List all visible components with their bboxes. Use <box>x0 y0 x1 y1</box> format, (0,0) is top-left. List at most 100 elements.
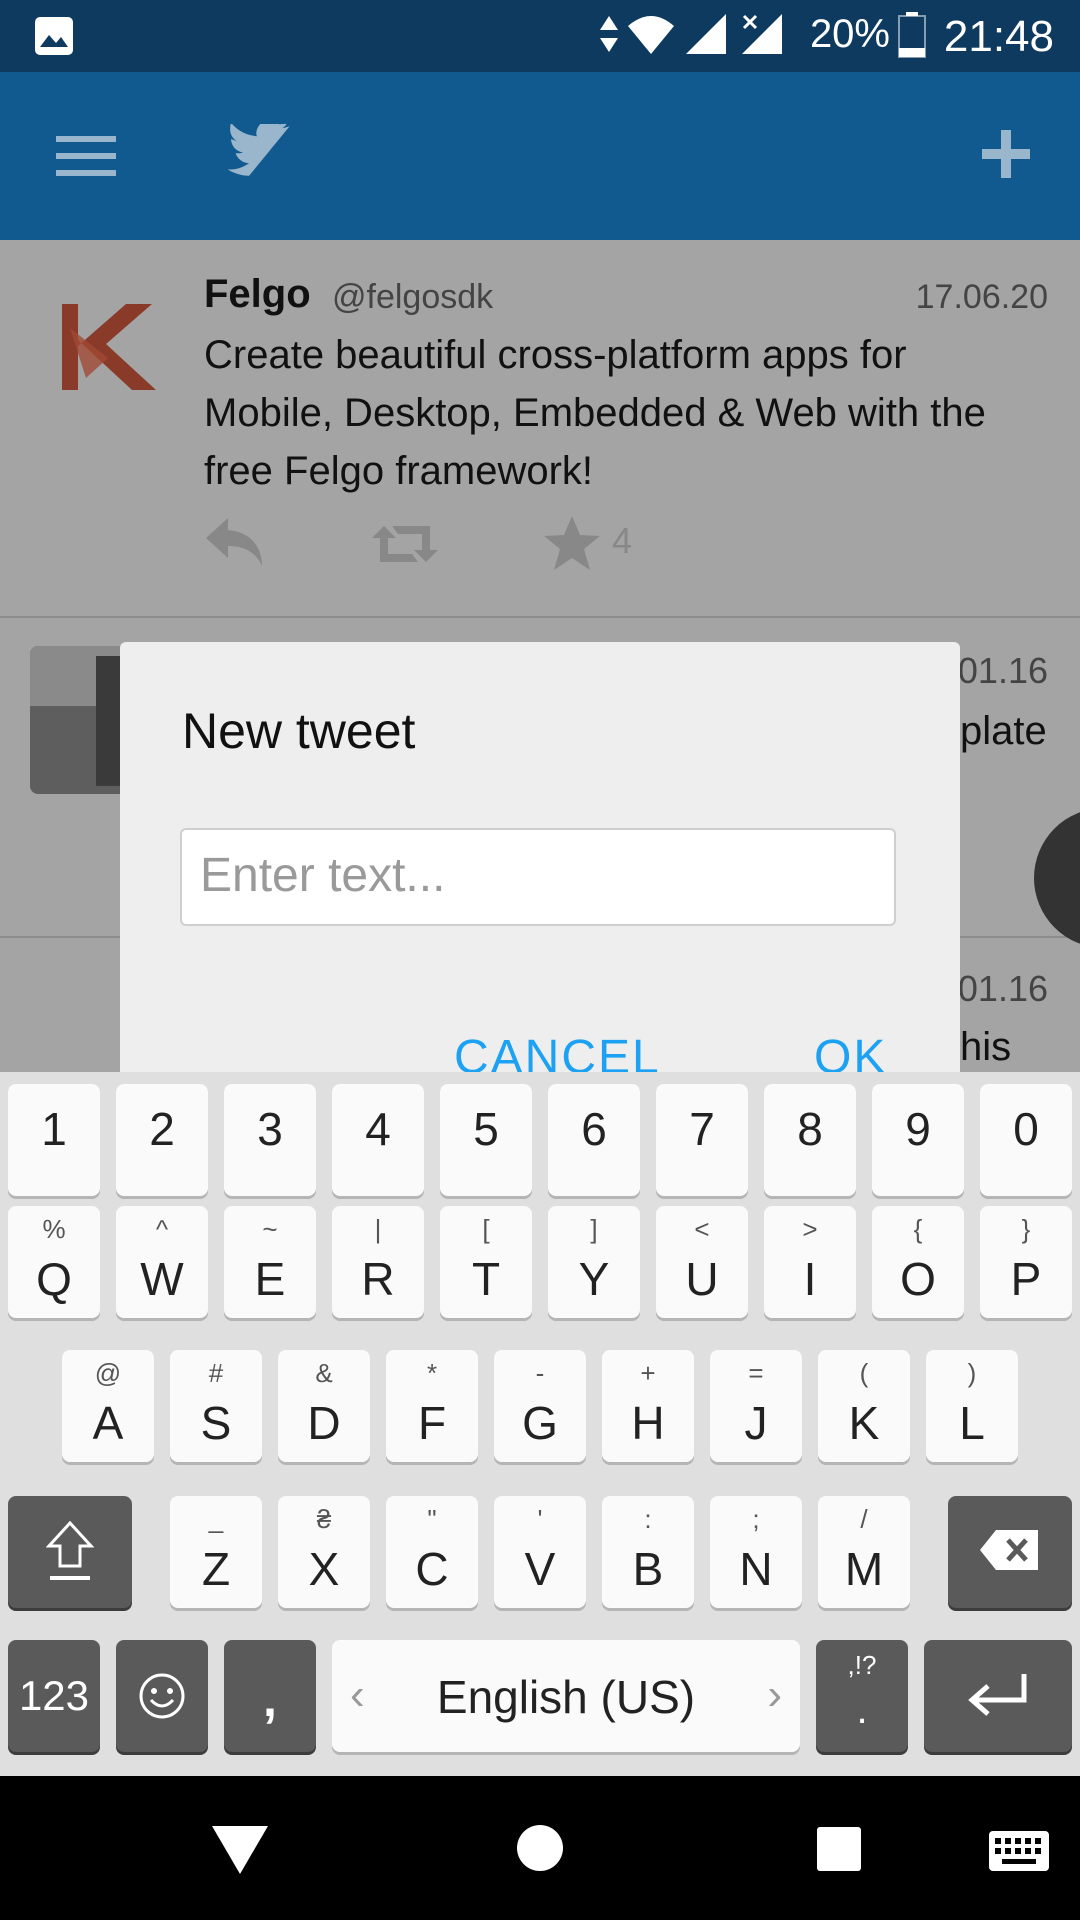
tweet-author-name: Felgo <box>204 272 311 316</box>
comma-key-label: , <box>263 1671 277 1727</box>
navigation-bar <box>0 1776 1080 1920</box>
key-alt-label: ) <box>967 1358 977 1388</box>
key-alt-label: [ <box>482 1214 490 1244</box>
key[interactable]: 2 <box>116 1084 208 1196</box>
battery-icon <box>898 12 926 58</box>
key[interactable]: + H <box>602 1350 694 1462</box>
key[interactable]: ; N <box>710 1496 802 1608</box>
key[interactable]: * F <box>386 1350 478 1462</box>
key-alt-label: } <box>1021 1214 1031 1244</box>
ok-button[interactable]: OK <box>814 1030 887 1072</box>
key-label: 4 <box>365 1103 391 1155</box>
menu-icon[interactable] <box>56 134 116 178</box>
enter-key[interactable] <box>924 1640 1072 1752</box>
tweet-text: plate <box>960 709 1047 753</box>
key-label: G <box>522 1397 558 1449</box>
recent-apps-icon[interactable] <box>816 1826 862 1872</box>
wifi-icon <box>628 16 674 54</box>
key[interactable]: ] Y <box>548 1206 640 1318</box>
key-label: U <box>685 1253 719 1305</box>
key-alt-label: = <box>748 1358 764 1388</box>
language-label: English (US) <box>436 1671 696 1723</box>
shift-key[interactable] <box>8 1496 132 1608</box>
cellular-signal-icon <box>686 14 726 54</box>
tweet-item[interactable]: Felgo @felgosdk 17.06.20 Create beautifu… <box>0 240 1080 618</box>
key[interactable]: -G <box>494 1350 586 1462</box>
favorite-star-icon[interactable] <box>542 514 602 572</box>
key-alt-label: ] <box>590 1214 598 1244</box>
new-tweet-dialog: New tweet CANCEL OK <box>120 642 960 1072</box>
key[interactable]: / M <box>818 1496 910 1608</box>
key[interactable]: & D <box>278 1350 370 1462</box>
data-transfer-icon <box>600 16 618 52</box>
key[interactable]: 7 <box>656 1084 748 1196</box>
key[interactable]: " C <box>386 1496 478 1608</box>
key[interactable]: < U <box>656 1206 748 1318</box>
key[interactable]: = J <box>710 1350 802 1462</box>
backspace-key[interactable] <box>948 1496 1072 1608</box>
key-alt-label: _ <box>208 1504 224 1534</box>
punctuation-key[interactable]: ,!? . <box>816 1640 908 1752</box>
clock: 21:48 <box>943 12 1054 61</box>
key-alt-label: ~ <box>262 1214 278 1244</box>
key[interactable]: [T <box>440 1206 532 1318</box>
felgo-logo-avatar <box>62 304 156 390</box>
key[interactable]: 6 <box>548 1084 640 1196</box>
key[interactable]: ' V <box>494 1496 586 1608</box>
key-label: E <box>254 1253 286 1305</box>
key[interactable]: 8 <box>764 1084 856 1196</box>
key-label: Y <box>578 1253 610 1305</box>
key[interactable]: # S <box>170 1350 262 1462</box>
key[interactable]: ₴ X <box>278 1496 370 1608</box>
key[interactable]: _ Z <box>170 1496 262 1608</box>
key[interactable]: | R <box>332 1206 424 1318</box>
key-label: I <box>803 1253 817 1305</box>
key[interactable]: {O <box>872 1206 964 1318</box>
key-label: 7 <box>689 1103 715 1155</box>
comma-key[interactable]: , <box>224 1640 316 1752</box>
symbols-key[interactable]: 123 <box>8 1640 100 1752</box>
tweet-text: Create beautiful cross-platform apps for… <box>204 326 1064 500</box>
key-label: 1 <box>41 1103 67 1155</box>
soft-keyboard: 1234567890 % Q ^ W ~ E | R[T] Y < U > I{O} P @ A # S & D * F… <box>0 1072 1080 1776</box>
tweet-author-handle: @felgosdk <box>332 278 494 316</box>
key[interactable]: > I <box>764 1206 856 1318</box>
back-icon[interactable] <box>210 1824 270 1876</box>
home-icon[interactable] <box>516 1824 564 1872</box>
key[interactable]: :B <box>602 1496 694 1608</box>
key[interactable]: % Q <box>8 1206 100 1318</box>
key-alt-label: & <box>315 1358 333 1388</box>
key[interactable]: 9 <box>872 1084 964 1196</box>
backspace-icon <box>980 1530 1038 1570</box>
key-alt-label: * <box>426 1358 438 1388</box>
add-tweet-icon[interactable] <box>982 130 1030 178</box>
key[interactable]: 4 <box>332 1084 424 1196</box>
key[interactable]: ~ E <box>224 1206 316 1318</box>
key[interactable]: } P <box>980 1206 1072 1318</box>
spacebar-key[interactable]: ‹ English (US) › <box>332 1640 800 1752</box>
retweet-icon[interactable] <box>372 522 438 566</box>
tweet-text-input[interactable] <box>182 830 860 920</box>
key-label: W <box>140 1253 184 1305</box>
reply-icon[interactable] <box>204 516 266 568</box>
emoji-key[interactable] <box>116 1640 208 1752</box>
key-label: 6 <box>581 1103 607 1155</box>
chevron-right-icon: › <box>767 1670 782 1719</box>
keyboard-switch-icon[interactable] <box>988 1830 1050 1872</box>
key-alt-label: ^ <box>155 1214 169 1244</box>
key-label: V <box>524 1543 556 1595</box>
tweet-date: 17.06.20 <box>915 278 1048 316</box>
key-label: H <box>631 1397 665 1449</box>
key-alt-label: # <box>208 1358 224 1388</box>
key-alt-label: ; <box>752 1504 760 1534</box>
key[interactable]: 1 <box>8 1084 100 1196</box>
key[interactable]: 0 <box>980 1084 1072 1196</box>
key[interactable]: @ A <box>62 1350 154 1462</box>
key[interactable]: 3 <box>224 1084 316 1196</box>
key[interactable]: (K <box>818 1350 910 1462</box>
key[interactable]: ^ W <box>116 1206 208 1318</box>
tweet-text-field[interactable] <box>180 828 896 926</box>
key[interactable]: 5 <box>440 1084 532 1196</box>
cancel-button[interactable]: CANCEL <box>454 1030 661 1072</box>
key[interactable]: ) L <box>926 1350 1018 1462</box>
